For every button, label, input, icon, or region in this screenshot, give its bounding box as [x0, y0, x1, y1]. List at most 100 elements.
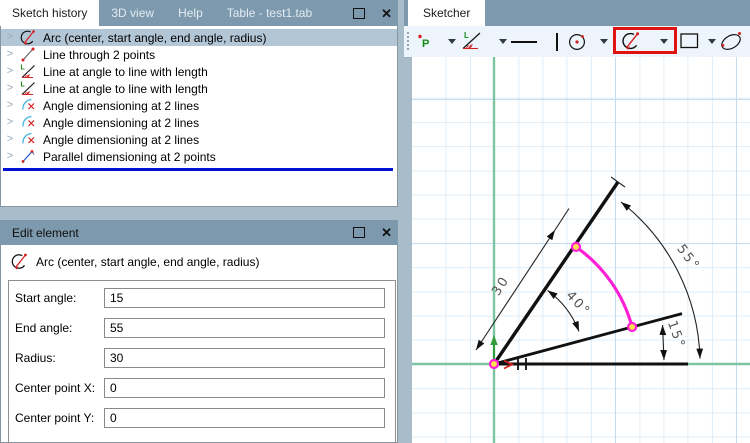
- edit-element-window: Edit element ✕ Arc (center, start angle,…: [0, 220, 398, 443]
- center-point-y-label: Center point Y:: [15, 411, 95, 425]
- tab-table-test1[interactable]: Table - test1.tab: [215, 0, 324, 26]
- tree-item-label: Line at angle to line with length: [43, 81, 208, 96]
- arc-tool-dropdown[interactable]: [660, 39, 668, 44]
- chevron-right-icon[interactable]: >: [1, 83, 19, 94]
- tree-item-label: Arc (center, start angle, end angle, rad…: [43, 30, 267, 45]
- line-icon: [19, 46, 36, 63]
- point-tool[interactable]: P: [416, 32, 434, 56]
- horizontal-line-tool[interactable]: [511, 41, 537, 43]
- tree-item-angle-dimensioning[interactable]: > Angle dimensioning at 2 lines: [1, 114, 397, 131]
- tree-item-label: Line at angle to line with length: [43, 64, 208, 79]
- tree-item-label: Angle dimensioning at 2 lines: [43, 98, 200, 113]
- tree-item-angle-dimensioning[interactable]: > Angle dimensioning at 2 lines: [1, 131, 397, 148]
- angle-dim-icon: [19, 131, 36, 148]
- insertion-marker: [3, 168, 393, 171]
- angle-dim-icon: [19, 114, 36, 131]
- end-angle-input[interactable]: [104, 318, 385, 338]
- arc-endpoint-end[interactable]: [570, 241, 582, 252]
- circle-tool[interactable]: [567, 32, 588, 57]
- edit-element-body: Arc (center, start angle, end angle, rad…: [0, 245, 398, 443]
- chevron-right-icon[interactable]: >: [1, 100, 19, 111]
- toolbar-drag-handle[interactable]: [407, 32, 409, 52]
- form-row: Center point X:: [15, 378, 395, 398]
- radius-dimension[interactable]: 30: [475, 208, 570, 351]
- start-angle-label: Start angle:: [15, 291, 77, 305]
- angle-55-label: 55°: [673, 242, 702, 274]
- svg-text:L: L: [20, 65, 25, 72]
- chevron-right-icon[interactable]: >: [1, 151, 19, 162]
- chevron-right-icon[interactable]: >: [1, 134, 19, 145]
- y-direction-arrow: [490, 335, 498, 361]
- parallel-dim-icon: [19, 148, 36, 165]
- sketch-history-window: Sketch history 3D view Help Table - test…: [0, 0, 398, 207]
- angle-dim-icon: [19, 97, 36, 114]
- close-icon[interactable]: ✕: [381, 7, 392, 20]
- svg-text:L: L: [20, 82, 25, 89]
- active-tool-highlight: [613, 27, 677, 54]
- angle-dimension-15[interactable]: 15°: [659, 319, 689, 361]
- tab-help[interactable]: Help: [166, 0, 215, 26]
- radius-dimension-label: 30: [489, 273, 513, 298]
- tree-item-label: Parallel dimensioning at 2 points: [43, 149, 216, 164]
- tree-item-label: Angle dimensioning at 2 lines: [43, 115, 200, 130]
- angle-15-label: 15°: [664, 319, 688, 351]
- element-type-label: Arc (center, start angle, end angle, rad…: [36, 254, 260, 269]
- tree-item-parallel-dimensioning[interactable]: > Parallel dimensioning at 2 points: [1, 148, 397, 165]
- sketch-history-tabbar: Sketch history 3D view Help Table - test…: [0, 0, 398, 26]
- line-at-angle-tool-dropdown[interactable]: [499, 39, 507, 44]
- sketch-canvas[interactable]: 30 40° 55° 15°: [412, 57, 750, 443]
- edit-element-titlebar: Edit element ✕: [0, 220, 398, 245]
- start-angle-input[interactable]: [104, 288, 385, 308]
- center-point-y-input[interactable]: [104, 408, 385, 428]
- maximize-icon[interactable]: [353, 7, 366, 19]
- line-at-angle-tool[interactable]: L: [459, 31, 485, 56]
- svg-text:P: P: [422, 38, 429, 50]
- chevron-right-icon[interactable]: >: [1, 32, 19, 43]
- center-point-x-label: Center point X:: [15, 381, 96, 395]
- center-point-x-input[interactable]: [104, 378, 385, 398]
- form-row: Center point Y:: [15, 408, 395, 428]
- tab-3d-view[interactable]: 3D view: [99, 0, 166, 26]
- tree-item-line-at-angle[interactable]: > L Line at angle to line with length: [1, 63, 397, 80]
- point-tool-dropdown[interactable]: [448, 39, 456, 44]
- edit-form: Start angle: End angle: Radius: Center p…: [8, 280, 396, 443]
- end-angle-label: End angle:: [15, 321, 73, 335]
- tree-item-arc[interactable]: > Arc (center, start angle, end angle, r…: [1, 29, 397, 46]
- sketcher-window: Sketcher P L 30 40° 55° 15°: [404, 0, 750, 443]
- close-icon[interactable]: ✕: [381, 226, 392, 239]
- form-row: Radius:: [15, 348, 395, 368]
- angle-dimension-55[interactable]: 55°: [620, 201, 704, 359]
- radius-input[interactable]: [104, 348, 385, 368]
- vertical-line-tool[interactable]: [556, 33, 558, 51]
- line-angle-icon: L: [19, 63, 36, 80]
- arc-endpoint-start[interactable]: [627, 321, 638, 333]
- tree-item-label: Angle dimensioning at 2 lines: [43, 132, 200, 147]
- tree-item-label: Line through 2 points: [43, 47, 156, 62]
- chevron-right-icon[interactable]: >: [1, 49, 19, 60]
- chevron-right-icon[interactable]: >: [1, 66, 19, 77]
- tree-item-angle-dimensioning[interactable]: > Angle dimensioning at 2 lines: [1, 97, 397, 114]
- arc-icon: [19, 29, 36, 46]
- extension-tick: [610, 176, 626, 188]
- angle-dimension-40[interactable]: 40°: [547, 288, 594, 332]
- radius-label: Radius:: [15, 351, 56, 365]
- tree-item-line-at-angle[interactable]: > L Line at angle to line with length: [1, 80, 397, 97]
- tree-item-line[interactable]: > Line through 2 points: [1, 46, 397, 63]
- form-row: Start angle:: [15, 288, 395, 308]
- tab-sketch-history[interactable]: Sketch history: [0, 0, 100, 26]
- sketch-history-tree: > Arc (center, start angle, end angle, r…: [0, 26, 398, 207]
- svg-text:L: L: [464, 31, 469, 40]
- circle-tool-dropdown[interactable]: [600, 39, 608, 44]
- maximize-icon[interactable]: [353, 227, 366, 238]
- tab-sketcher[interactable]: Sketcher: [408, 0, 486, 26]
- rectangle-tool-dropdown[interactable]: [708, 39, 716, 44]
- chevron-right-icon[interactable]: >: [1, 117, 19, 128]
- arc-tool[interactable]: [621, 31, 641, 56]
- element-type-row: Arc (center, start angle, end angle, rad…: [11, 253, 259, 270]
- line-angle-icon: L: [19, 80, 36, 97]
- rectangle-tool[interactable]: [680, 33, 699, 54]
- ellipse-tool[interactable]: [717, 30, 747, 58]
- origin-point[interactable]: [488, 358, 500, 370]
- angle-40-label: 40°: [563, 288, 594, 319]
- edit-element-title: Edit element: [12, 225, 79, 240]
